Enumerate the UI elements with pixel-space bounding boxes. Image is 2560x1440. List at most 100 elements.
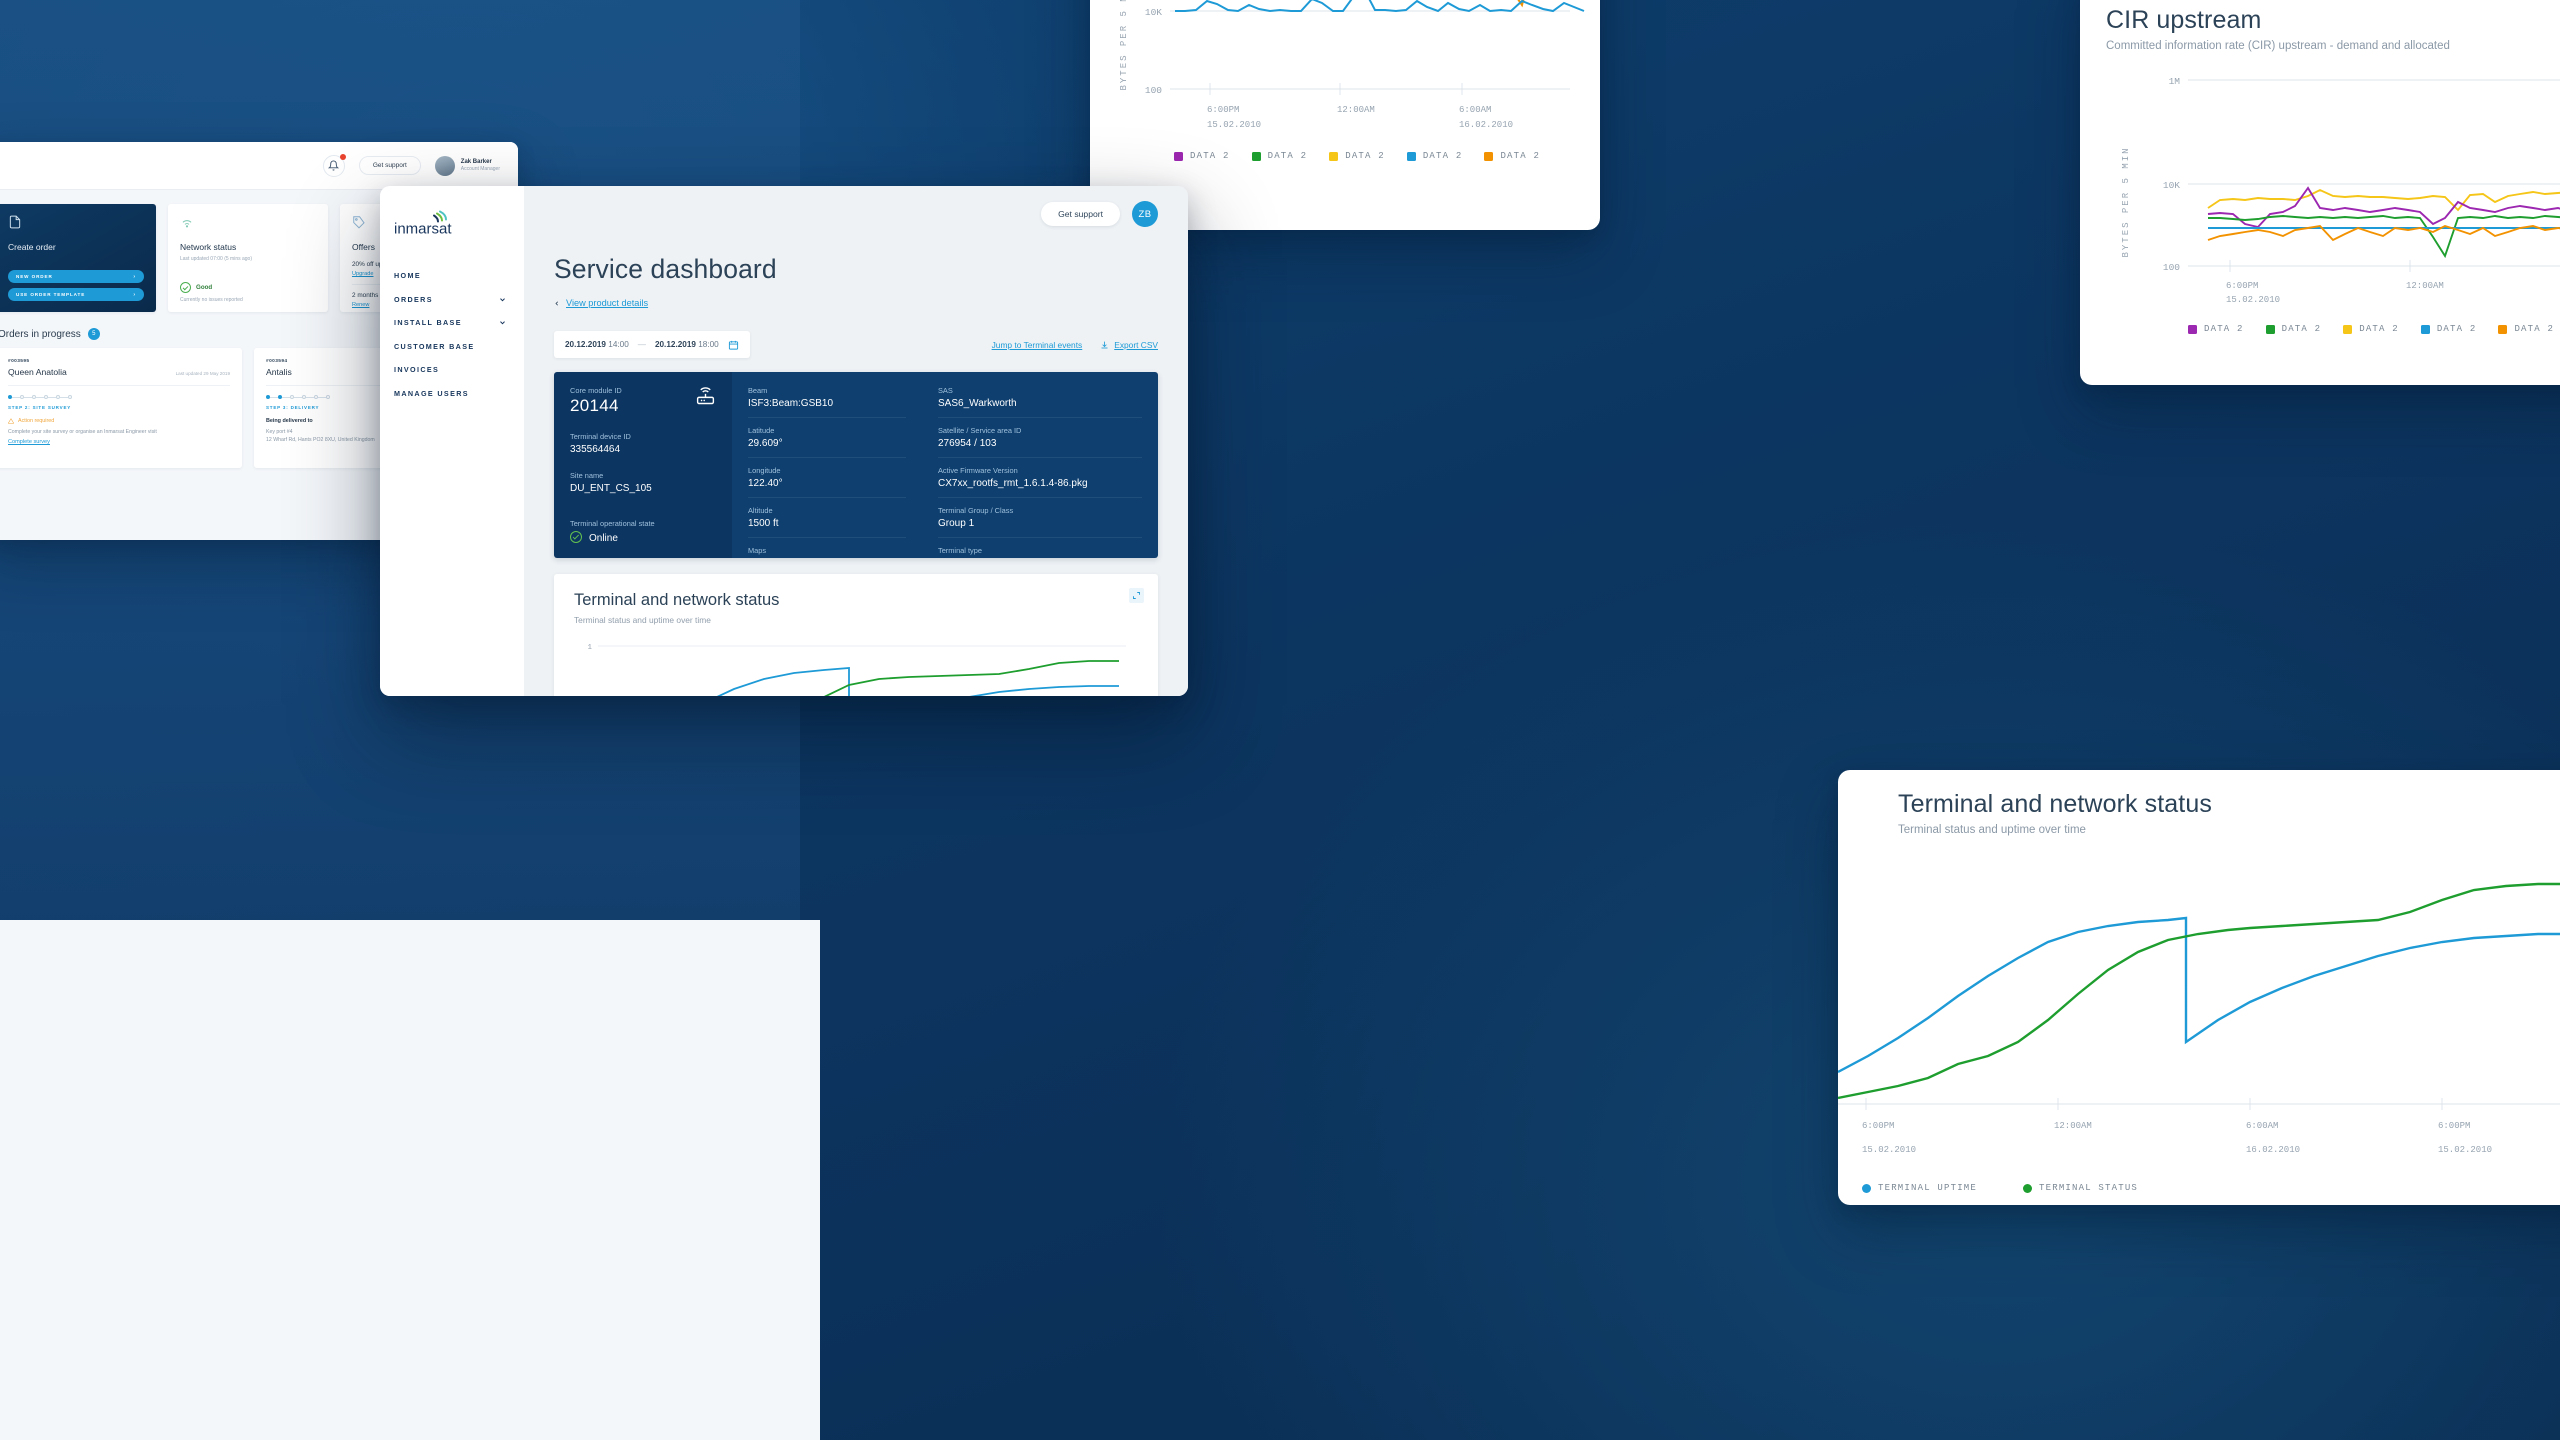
series-yellow bbox=[2207, 188, 2560, 212]
info-value: ISF3:Beam:GSB10 bbox=[748, 398, 834, 409]
warning-icon bbox=[8, 418, 14, 424]
create-order-tile[interactable]: Create order NEW ORDER › USE ORDER TEMPL… bbox=[0, 204, 156, 312]
x-tick-label: 12:00AM bbox=[2406, 281, 2444, 291]
legend-item: DATA 2 bbox=[2420, 324, 2477, 334]
calendar-icon[interactable] bbox=[728, 339, 739, 351]
x-tick-label: 6:00PM bbox=[2226, 281, 2258, 291]
terminal-info-panel: Core module ID 20144 Terminal device ID … bbox=[554, 372, 1158, 558]
info-value: 122.40° bbox=[748, 478, 783, 489]
main-content: Get support ZB Service dashboard View pr… bbox=[524, 186, 1188, 696]
info-value: 276954 / 103 bbox=[938, 438, 997, 449]
legend-item: DATA 2 bbox=[1174, 151, 1230, 161]
date-from-date: 20.12.2019 bbox=[565, 340, 606, 349]
avatar bbox=[434, 155, 455, 176]
y-tick-10k: 10K bbox=[2163, 180, 2180, 191]
cir-title: CIR upstream bbox=[2106, 6, 2262, 34]
export-csv-link[interactable]: Export CSV bbox=[1100, 340, 1158, 350]
tns-xaxis-dates: 15.02.2010 16.02.2010 15.02.2010 bbox=[1862, 1145, 2492, 1155]
sidebar-item-orders[interactable]: ORDERS bbox=[380, 288, 524, 312]
view-product-details-link[interactable]: View product details bbox=[566, 298, 648, 308]
tns-legend: TERMINAL UPTIME TERMINAL STATUS bbox=[1838, 1167, 2560, 1193]
x-tick-label: 12:00AM bbox=[2054, 1121, 2092, 1131]
sidebar-item-label: INSTALL BASE bbox=[394, 318, 462, 328]
order-card[interactable]: #003595 Queen Anatolia Last updated 29 M… bbox=[0, 348, 242, 468]
x-tick-date: 15.02.2010 bbox=[2226, 295, 2280, 305]
legend-label: DATA 2 bbox=[1345, 151, 1385, 161]
series-purple bbox=[2207, 186, 2560, 229]
user-avatar[interactable]: ZB bbox=[1132, 201, 1158, 227]
cir-upstream-card: CIR upstream Committed information rate … bbox=[2080, 0, 2560, 385]
bg-home-get-support-button[interactable]: Get support bbox=[358, 156, 421, 175]
sidebar-item-install-base[interactable]: INSTALL BASE bbox=[380, 311, 524, 335]
info-field: Satellite / Service area ID 276954 / 103 bbox=[938, 426, 1142, 458]
legend-item: DATA 2 bbox=[1406, 151, 1463, 161]
info-field: Active Firmware Version CX7xx_rootfs_rmt… bbox=[938, 466, 1142, 498]
sidebar-item-manage-users[interactable]: MANAGE USERS bbox=[380, 382, 524, 406]
inmarsat-logo[interactable]: inmarsat bbox=[380, 208, 524, 238]
divider bbox=[8, 385, 230, 386]
info-key: Terminal Group / Class bbox=[938, 506, 1014, 515]
order-name: Queen Anatolia bbox=[8, 367, 67, 377]
new-order-label: NEW ORDER bbox=[16, 274, 53, 279]
chevron-down-icon bbox=[500, 298, 505, 302]
x-tick-label: 6:00AM bbox=[2246, 1121, 2278, 1131]
x-tick-label: 6:00PM bbox=[1207, 105, 1239, 115]
date-range-picker[interactable]: 20.12.2019 14:00 — 20.12.2019 18:00 bbox=[554, 331, 750, 358]
x-tick-label: 6:00PM bbox=[1862, 1121, 1894, 1131]
chevron-right-icon: › bbox=[133, 291, 136, 298]
info-key: Terminal device ID bbox=[570, 432, 631, 441]
new-order-button[interactable]: NEW ORDER › bbox=[8, 270, 144, 283]
network-status-tile[interactable]: Network status Last updated 07:00 (5 min… bbox=[168, 204, 328, 312]
network-status-value: Good bbox=[196, 284, 213, 291]
date-to: 20.12.2019 18:00 bbox=[655, 340, 719, 349]
toolbar: 20.12.2019 14:00 — 20.12.2019 18:00 Jump… bbox=[554, 331, 1158, 358]
chevron-down-icon bbox=[500, 321, 505, 325]
info-column-1: Core module ID 20144 Terminal device ID … bbox=[554, 372, 732, 558]
sidebar: inmarsat HOME ORDERS INSTALL BASE CUSTOM… bbox=[380, 186, 524, 696]
tns-header: Terminal and network status Terminal sta… bbox=[1838, 770, 2560, 836]
info-value: SAS6_Warkworth bbox=[938, 398, 1017, 409]
complete-survey-link[interactable]: Complete survey bbox=[8, 439, 230, 445]
app-terminal-network-status-card: Terminal and network status Terminal sta… bbox=[554, 574, 1158, 696]
terminal-network-status-card: Terminal and network status Terminal sta… bbox=[1838, 770, 2560, 1205]
bell-icon[interactable] bbox=[322, 153, 346, 177]
network-status-indicator: Good bbox=[180, 282, 316, 293]
network-status-note: Currently no issues reported bbox=[180, 297, 243, 303]
date-from-time: 14:00 bbox=[608, 340, 629, 349]
legend-item: TERMINAL STATUS bbox=[2023, 1183, 2138, 1193]
get-support-button[interactable]: Get support bbox=[1041, 202, 1120, 226]
y-tick-1: 1 bbox=[587, 644, 592, 652]
order-body: Complete your site survey or organise an… bbox=[8, 429, 157, 435]
sidebar-item-customer-base[interactable]: CUSTOMER BASE bbox=[380, 335, 524, 359]
order-number: #003595 bbox=[8, 359, 30, 364]
jump-to-terminal-events-link[interactable]: Jump to Terminal events bbox=[992, 340, 1083, 350]
date-range-separator: — bbox=[637, 340, 646, 349]
y-axis-title: BYTES PER 5 MIN bbox=[2121, 146, 2131, 257]
info-key: Maps bbox=[748, 546, 767, 555]
bg-home-user[interactable]: Zak Barker Account Manager bbox=[434, 155, 500, 176]
cir-subtitle: Committed information rate (CIR) upstrea… bbox=[2106, 40, 2450, 52]
app-header: Get support ZB bbox=[554, 186, 1158, 242]
info-key: Longitude bbox=[748, 466, 781, 475]
expand-icon[interactable] bbox=[1129, 588, 1144, 603]
bg-home-topbar: Get support Zak Barker Account Manager bbox=[0, 142, 518, 190]
orders-in-progress-title: Orders in progress bbox=[0, 328, 81, 340]
orders-count-badge: 5 bbox=[87, 328, 100, 340]
sidebar-item-home[interactable]: HOME bbox=[380, 264, 524, 288]
use-order-template-button[interactable]: USE ORDER TEMPLATE › bbox=[8, 288, 144, 301]
cir-chart-svg: BYTES PER 5 MIN 1M 10K 100 6:00PM 15.02.… bbox=[2121, 76, 2560, 305]
series-terminal-uptime-a bbox=[1838, 916, 2560, 1074]
legend-label: DATA 2 bbox=[1267, 151, 1308, 161]
sidebar-item-label: HOME bbox=[394, 271, 421, 281]
info-field: Longitude 122.40° bbox=[748, 466, 906, 498]
legend-label: DATA 2 bbox=[1500, 151, 1541, 161]
x-tick-label: 6:00PM bbox=[2438, 1121, 2470, 1131]
x-tick-label: 12:00AM bbox=[1337, 105, 1375, 115]
info-column-3: SAS SAS6_Warkworth Satellite / Service a… bbox=[922, 372, 1158, 558]
sidebar-item-invoices[interactable]: INVOICES bbox=[380, 358, 524, 382]
x-tick-date: 15.02.2010 bbox=[1862, 1145, 1916, 1155]
sidebar-item-label: ORDERS bbox=[394, 294, 433, 304]
legend-item: DATA 2 bbox=[2265, 324, 2322, 334]
status-value: Online bbox=[589, 533, 618, 544]
info-field: Maps See Google map bbox=[748, 546, 906, 558]
